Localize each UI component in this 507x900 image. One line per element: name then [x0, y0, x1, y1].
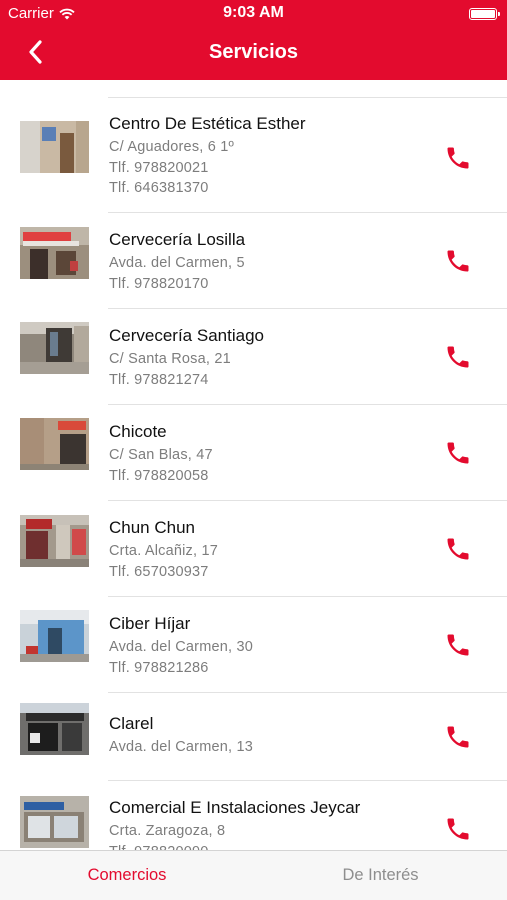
- list-item[interactable]: Chun Chun Crta. Alcañiz, 17 Tlf. 657030937: [0, 501, 507, 597]
- business-name: Centro De Estética Esther: [109, 114, 306, 133]
- phone-icon: [447, 250, 469, 272]
- business-name: Chicote: [109, 422, 167, 441]
- list-item[interactable]: Chicote C/ San Blas, 47 Tlf. 978820058: [0, 405, 507, 501]
- call-button[interactable]: [444, 631, 472, 659]
- business-photo: [20, 703, 89, 755]
- call-button[interactable]: [444, 343, 472, 371]
- business-info: Chicote C/ San Blas, 47 Tlf. 978820058: [109, 421, 437, 486]
- business-photo: [20, 796, 89, 848]
- business-phone-number: Tlf. 978820170: [109, 275, 209, 292]
- list-item[interactable]: Cervecería Santiago C/ Santa Rosa, 21 Tlf.…: [0, 309, 507, 405]
- business-address: Avda. del Carmen, 30: [109, 639, 253, 655]
- business-address: C/ Aguadores, 6 1º: [109, 139, 234, 155]
- call-button[interactable]: [444, 144, 472, 172]
- business-phone-number: Tlf. 657030937: [109, 563, 209, 580]
- call-button[interactable]: [444, 723, 472, 751]
- phone-icon: [447, 726, 469, 748]
- business-address: Avda. del Carmen, 13: [109, 739, 253, 755]
- list-item[interactable]: Centro De Estética Esther C/ Aguadores, 6…: [0, 98, 507, 213]
- business-address: Avda. del Carmen, 5: [109, 255, 245, 271]
- call-button[interactable]: [444, 247, 472, 275]
- phone-icon: [447, 538, 469, 560]
- tab-bar: Comercios De Interés: [0, 850, 507, 900]
- business-phone-number: Tlf. 978820021: [109, 159, 209, 176]
- business-photo: [20, 322, 89, 374]
- business-list[interactable]: Centro De Estética Esther C/ Aguadores, 6…: [0, 80, 507, 850]
- business-address: C/ Santa Rosa, 21: [109, 351, 231, 367]
- business-address: Crta. Zaragoza, 8: [109, 823, 226, 839]
- page-title: Servicios: [209, 41, 298, 63]
- business-address: C/ San Blas, 47: [109, 447, 213, 463]
- business-photo: [20, 610, 89, 662]
- business-photo: [20, 515, 89, 567]
- battery-icon: [469, 8, 500, 20]
- phone-icon: [447, 818, 469, 840]
- business-info: Centro De Estética Esther C/ Aguadores, 6…: [109, 113, 437, 199]
- business-info: Clarel Avda. del Carmen, 13: [109, 713, 437, 758]
- business-name: Comercial E Instalaciones Jeycar: [109, 798, 361, 817]
- business-name: Clarel: [109, 714, 154, 733]
- navigation-bar: Servicios: [0, 28, 507, 80]
- business-phone-number: Tlf. 978821274: [109, 371, 209, 388]
- business-photo: [20, 418, 89, 470]
- business-info: Ciber Híjar Avda. del Carmen, 30 Tlf. 9788…: [109, 613, 437, 678]
- status-bar: Carrier 9:03 AM: [0, 0, 507, 28]
- list-item[interactable]: Clarel Avda. del Carmen, 13: [0, 693, 507, 781]
- phone-icon: [447, 442, 469, 464]
- business-name: Ciber Híjar: [109, 614, 191, 633]
- phone-icon: [447, 634, 469, 656]
- status-time: 9:03 AM: [223, 4, 284, 21]
- list-item[interactable]: Comercial E Instalaciones Jeycar Crta. Za…: [0, 781, 507, 850]
- business-info: Chun Chun Crta. Alcañiz, 17 Tlf. 657030937: [109, 517, 437, 582]
- tab-comercios[interactable]: Comercios: [0, 866, 254, 885]
- call-button[interactable]: [444, 439, 472, 467]
- call-button[interactable]: [444, 535, 472, 563]
- phone-icon: [447, 147, 469, 169]
- list-item[interactable]: Ciber Híjar Avda. del Carmen, 30 Tlf. 9788…: [0, 597, 507, 693]
- business-phone-number: Tlf. 978820090: [109, 842, 437, 851]
- business-phone-number: Tlf. 646381370: [109, 180, 209, 196]
- app-header: Carrier 9:03 AM Servicios: [0, 0, 507, 80]
- business-info: Comercial E Instalaciones Jeycar Crta. Za…: [109, 797, 437, 850]
- business-phone-number: Tlf. 978820058: [109, 467, 209, 484]
- call-button[interactable]: [444, 815, 472, 843]
- business-name: Cervecería Santiago: [109, 326, 264, 345]
- business-info: Cervecería Santiago C/ Santa Rosa, 21 Tlf.…: [109, 325, 437, 390]
- business-photo: [20, 227, 89, 279]
- business-address: Crta. Alcañiz, 17: [109, 543, 218, 559]
- business-phone-number: Tlf. 978821286: [109, 659, 209, 676]
- business-name: Cervecería Losilla: [109, 230, 246, 249]
- tab-de-interes[interactable]: De Interés: [254, 866, 507, 885]
- phone-icon: [447, 346, 469, 368]
- business-photo: [20, 121, 89, 173]
- business-info: Cervecería Losilla Avda. del Carmen, 5 Tlf…: [109, 229, 437, 294]
- list-item[interactable]: Cervecería Losilla Avda. del Carmen, 5 Tlf…: [0, 213, 507, 309]
- business-name: Chun Chun: [109, 518, 196, 537]
